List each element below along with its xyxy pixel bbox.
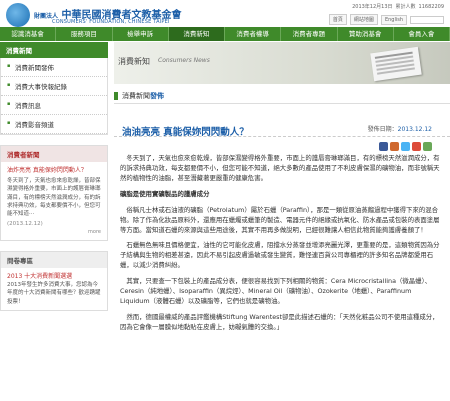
nav-item-membership[interactable]: 會員入會 [394, 27, 450, 41]
consumer-news-date: (2013.12.12) [7, 221, 43, 228]
publish-date: 發佈日期：2013.12.12 [368, 124, 432, 133]
english-link[interactable]: English [380, 14, 407, 25]
more-link[interactable]: more [7, 229, 101, 237]
article-subheading: 礦脂是使用實礦製品的護膚成分 [120, 189, 210, 198]
nav-item-complaint[interactable]: 檢舉申訴 [113, 27, 169, 41]
header-meta: 2013年12月13日 累計人數 11682209 [352, 3, 444, 11]
banner-subtitle: Consumers News [158, 57, 210, 64]
survey-box: 問卷專區 2013 十大消費新聞選選 2013年發生許多消費大事，您認為今年度的… [0, 251, 108, 311]
sidebar-item-news-release[interactable]: 消費新聞發佈 [1, 58, 107, 77]
breadcrumb-prefix[interactable]: 消費新聞 [122, 92, 150, 100]
sidebar: 消費新聞 消費新聞發佈 消費大事快報紀錄 消費訊息 消費影音頻道 消費者新聞 油… [0, 42, 108, 401]
survey-text: 2013年發生許多消費大事，您認為今年度的十大消費新聞有哪些？歡迎踴躍投票！ [7, 282, 101, 305]
nav-item-sponsor[interactable]: 贊助消基會 [338, 27, 394, 41]
banner-title: 消費新知 [118, 57, 150, 66]
nav-item-about[interactable]: 認識消基會 [0, 27, 57, 41]
article-paragraph: 石蠟無色無味且價格便宜，油性的它可能化皮膚，阻擋水分蒸發並增添亮麗光澤，更重要的… [120, 241, 440, 270]
consumer-news-head: 消費者新聞 [1, 146, 107, 162]
publish-date-value: 2013.12.12 [397, 126, 432, 133]
facebook-icon[interactable] [379, 142, 388, 151]
org-name-en: CONSUMERS' FOUNDATION, CHINESE TAIPEI [52, 19, 170, 25]
nav-item-topics[interactable]: 消費者專題 [281, 27, 338, 41]
sidebar-list: 消費新聞發佈 消費大事快報紀錄 消費訊息 消費影音頻道 [0, 58, 108, 135]
search-input[interactable] [410, 15, 444, 24]
article-paragraph: 然而，德國最權威的產品評鑑機構Stiftung Warentest卻是此描述石蠟… [120, 312, 439, 331]
home-link[interactable]: 首頁 [328, 14, 347, 25]
sidebar-item-events[interactable]: 消費大事快報紀錄 [1, 77, 107, 96]
breadcrumb: 消費新聞發佈 [114, 90, 450, 104]
google-icon[interactable] [412, 142, 421, 151]
date-text: 2013年12月13日 [352, 4, 393, 10]
plurk-icon[interactable] [390, 142, 399, 151]
share-bar [379, 142, 432, 151]
consumer-news-title[interactable]: 油炸亮亮 真能保妳閃閃動人？ [7, 166, 101, 175]
foundation-logo[interactable] [6, 3, 30, 27]
title-divider [114, 136, 450, 137]
publish-date-label: 發佈日期： [367, 126, 398, 133]
sitemap-link[interactable]: 網站地圖 [349, 14, 378, 25]
site-header: 財團法人 中華民國消費者文教基金會 CONSUMERS' FOUNDATION,… [0, 0, 450, 30]
main-nav: 認識消基會 服務項目 檢舉申訴 消費新知 消費者權導 消費者專題 贊助消基會 會… [0, 27, 450, 41]
breadcrumb-current: 發佈 [150, 92, 164, 100]
visitors-count: 11682209 [418, 3, 444, 10]
article-body: 冬天到了，天氣也愈來愈乾燥，皆部保濕變得格外重要，市面上的護唇膏琳瑯滿目，有的標… [120, 154, 442, 339]
survey-link[interactable]: 2013 十大消費新聞選選 [7, 272, 101, 281]
header-links: 首頁 網站地圖 English [328, 14, 444, 25]
consumer-news-text: 冬天到了，天氣也愈來愈乾燥，皆部保濕變得格外重要，市面上的護唇膏琳瑯滿目，有的標… [7, 178, 101, 217]
sidebar-item-info[interactable]: 消費訊息 [1, 96, 107, 115]
sidebar-title: 消費新聞 [0, 42, 108, 58]
article-paragraph: 冬天到了，天氣也愈來愈乾燥，皆部保濕變得格外重要，市面上的護唇膏琳瑯滿目，有的標… [120, 154, 440, 182]
sidebar-item-video[interactable]: 消費影音頻道 [1, 115, 107, 134]
share-icon[interactable] [423, 142, 432, 151]
article-paragraph: 俗稱凡士林或石油液的礦脂（Petrolatum）屬於石蠟（Paraffin），那… [120, 205, 440, 234]
newspaper-image [370, 46, 422, 82]
survey-head: 問卷專區 [1, 252, 107, 268]
article-paragraph: 其實，只要查一下包裝上的產品成分表，便很容易找到下列相關的物質：Cera Mic… [120, 277, 432, 306]
twitter-icon[interactable] [401, 142, 410, 151]
visitors-label: 累計人數 [395, 4, 416, 10]
nav-item-news[interactable]: 消費新知 [168, 27, 225, 41]
nav-item-rights[interactable]: 消費者權導 [225, 27, 282, 41]
section-banner: 消費新知 Consumers News [114, 42, 450, 84]
consumer-news-box: 消費者新聞 油炸亮亮 真能保妳閃閃動人？ 冬天到了，天氣也愈來愈乾燥，皆部保濕變… [0, 145, 108, 241]
nav-item-services[interactable]: 服務項目 [56, 27, 113, 41]
